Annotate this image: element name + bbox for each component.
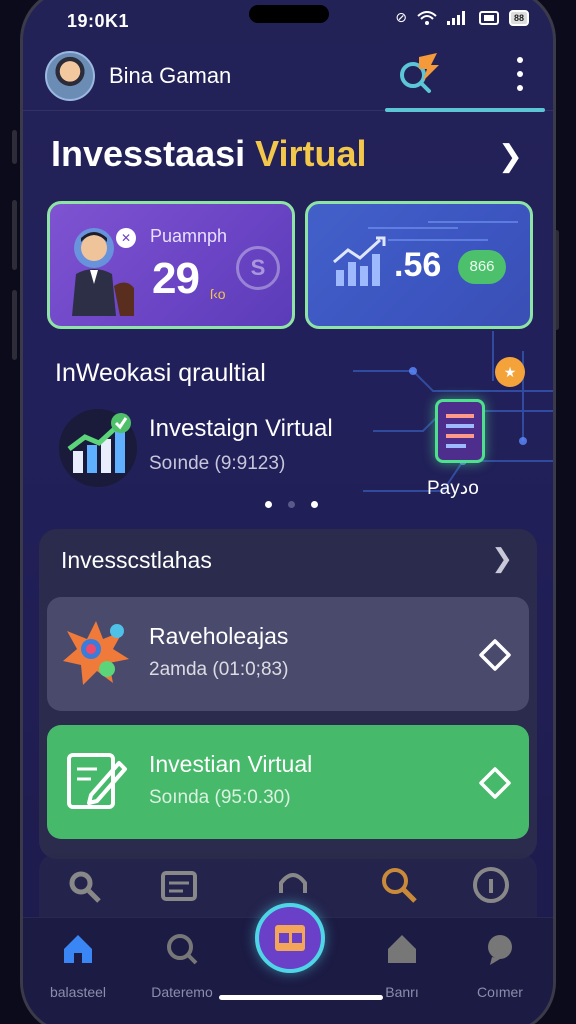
avatar[interactable]	[45, 51, 95, 101]
card-label: Puamnph	[150, 226, 228, 246]
tab-search[interactable]	[385, 45, 459, 105]
clipboard-icon[interactable]	[159, 865, 199, 905]
wallet-icon	[275, 925, 305, 951]
carousel-dots[interactable]	[265, 501, 318, 508]
tag-icon[interactable]	[477, 765, 513, 801]
volume-down-button[interactable]	[12, 290, 17, 360]
search-icon	[167, 934, 198, 965]
active-tab-indicator	[385, 108, 545, 112]
list-item[interactable]: Investian Virtual Soında (95:0.30)	[47, 725, 529, 839]
tag-icon[interactable]	[477, 637, 513, 673]
store-icon	[388, 935, 416, 963]
nav-discover[interactable]: Dateremo	[137, 931, 227, 1000]
tablet-label: Payدo	[427, 478, 479, 499]
home-indicator[interactable]	[219, 995, 383, 1000]
circuit-decoration	[368, 221, 518, 241]
page-title: Invesstaasi Virtual	[51, 133, 367, 175]
list-item[interactable]: Raveholeajas 2amda (01:0;83)	[47, 597, 529, 711]
list-item-subtitle: 2amda (01:0;83)	[149, 659, 289, 680]
chevron-right-icon[interactable]: ❯	[498, 139, 523, 174]
page-title-accent: Virtual	[255, 133, 367, 174]
search-icon[interactable]	[379, 865, 419, 905]
chevron-right-icon[interactable]: ❯	[491, 543, 513, 574]
alarm-icon: ⊘	[395, 9, 407, 25]
nav-market[interactable]: Banrı	[357, 931, 447, 1000]
coin-icon: S	[236, 246, 280, 290]
status-bar: 19:0K1 ⊘ 88	[23, 3, 553, 33]
battery-icon: 88	[508, 9, 529, 26]
home-icon	[64, 935, 92, 963]
edit-document-icon	[67, 753, 127, 809]
status-icons: ⊘ 88	[395, 9, 529, 26]
growth-chart-icon	[59, 409, 137, 487]
social-burst-icon	[63, 621, 129, 685]
signal-icon	[446, 10, 465, 25]
stat-card-chart[interactable]: .56 866	[305, 201, 533, 329]
card-value: 29	[152, 254, 200, 303]
app-header: Bina Gaman	[23, 39, 553, 112]
screen-icon	[478, 10, 499, 25]
nav-profile[interactable]: Coımer	[455, 931, 545, 1000]
bar-chart-icon	[333, 236, 386, 286]
camera-notch	[249, 5, 329, 23]
card-trend: ſ‹o	[210, 286, 226, 302]
user-name: Bina Gaman	[109, 63, 232, 88]
chat-icon	[488, 935, 512, 965]
status-time: 19:0K1	[67, 11, 130, 31]
page-title-main: Invesstaasi	[51, 133, 256, 174]
mute-switch[interactable]	[12, 130, 17, 164]
nav-label: Coımer	[477, 984, 523, 1000]
volume-up-button[interactable]	[12, 200, 17, 270]
list-item-title: Investian Virtual	[149, 751, 313, 777]
stat-card-primary[interactable]: ✕ Puamnph 29 ſ‹o S	[47, 201, 295, 329]
settings-gear-icon[interactable]	[63, 865, 103, 905]
phone-frame: 19:0K1 ⊘ 88 Bina Gaman Invesstaasi Virtu…	[20, 0, 556, 1024]
feature-title: Investaign Virtual	[149, 415, 333, 442]
headset-icon[interactable]	[273, 865, 313, 905]
list-item-subtitle: Soında (95:0.30)	[149, 787, 291, 808]
info-icon[interactable]	[471, 865, 511, 905]
search-bolt-icon	[400, 53, 439, 93]
list-item-title: Raveholeajas	[149, 623, 289, 649]
center-action-button[interactable]	[255, 903, 325, 973]
wifi-icon	[417, 10, 437, 25]
nav-label: Dateremo	[151, 984, 213, 1000]
nav-label: balasteel	[49, 984, 107, 1000]
list-header: Invesscstlahas	[61, 547, 212, 573]
nav-home[interactable]: balasteel	[33, 931, 123, 1000]
notification-dot-icon[interactable]: ★	[495, 357, 525, 387]
close-badge-icon[interactable]: ✕	[116, 228, 136, 248]
tablet-icon[interactable]	[435, 399, 485, 463]
feature-subtitle: Soınde (9:9123)	[149, 453, 286, 474]
chart-pill: 866	[458, 250, 506, 284]
more-menu-icon[interactable]	[513, 57, 527, 91]
section-heading: InWeokasi qraultial	[55, 359, 266, 387]
chart-value: .56	[394, 246, 442, 284]
